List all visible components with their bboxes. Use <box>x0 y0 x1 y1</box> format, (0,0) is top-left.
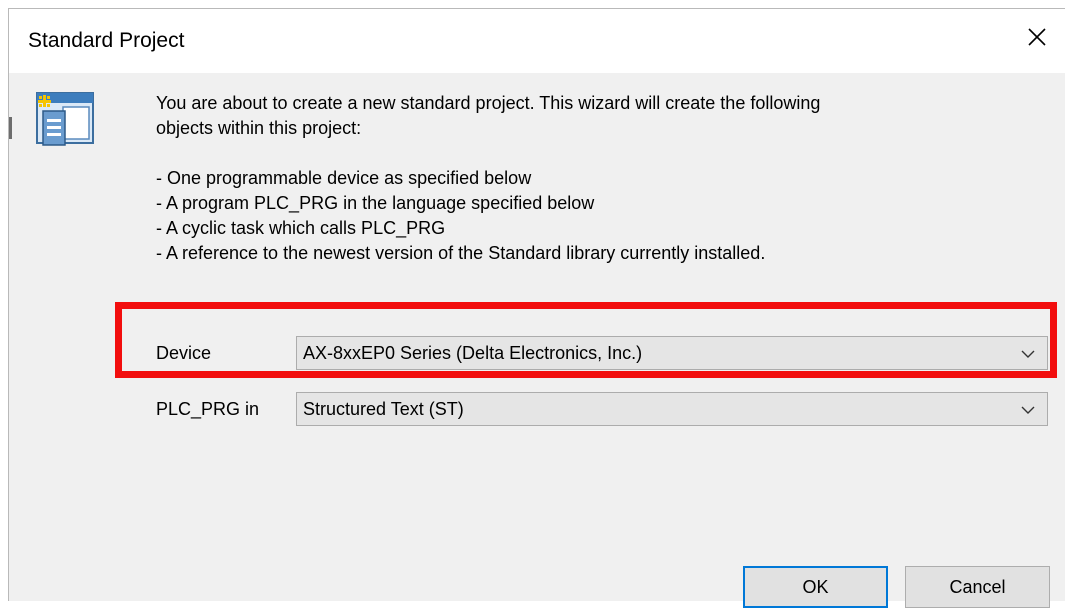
chevron-down-icon <box>1021 350 1035 358</box>
language-select-value: Structured Text (ST) <box>303 399 464 419</box>
plc-prg-label: PLC_PRG in <box>156 399 260 419</box>
title-bar: Standard Project <box>9 9 1065 73</box>
wizard-description: You are about to create a new standard p… <box>156 91 1036 266</box>
language-select[interactable]: Structured Text (ST) <box>296 392 1048 426</box>
list-item: - A cyclic task which calls PLC_PRG <box>156 218 446 238</box>
ok-button[interactable]: OK <box>743 566 888 608</box>
list-item: - One programmable device as specified b… <box>156 168 532 188</box>
device-select[interactable]: AX-8xxEP0 Series (Delta Electronics, Inc… <box>296 336 1048 370</box>
close-icon <box>1028 28 1046 46</box>
list-item: - A reference to the newest version of t… <box>156 243 766 263</box>
standard-project-dialog: Standard Project You are about to create… <box>8 8 1065 608</box>
device-select-value: AX-8xxEP0 Series (Delta Electronics, Inc… <box>303 343 643 363</box>
plc-prg-row: PLC_PRG in Structured Text (ST) <box>156 392 1056 428</box>
intro-line-1: You are about to create a new standard p… <box>156 93 821 113</box>
device-row: Device AX-8xxEP0 Series (Delta Electroni… <box>156 336 1056 372</box>
cancel-button[interactable]: Cancel <box>905 566 1050 608</box>
window-edge-mark <box>9 117 12 139</box>
dialog-title: Standard Project <box>28 29 185 52</box>
project-wizard-icon <box>36 92 94 146</box>
chevron-down-icon <box>1021 406 1035 414</box>
close-button[interactable] <box>1009 9 1065 65</box>
list-item: - A program PLC_PRG in the language spec… <box>156 193 595 213</box>
intro-line-2: objects within this project: <box>156 118 362 138</box>
device-label: Device <box>156 343 212 363</box>
